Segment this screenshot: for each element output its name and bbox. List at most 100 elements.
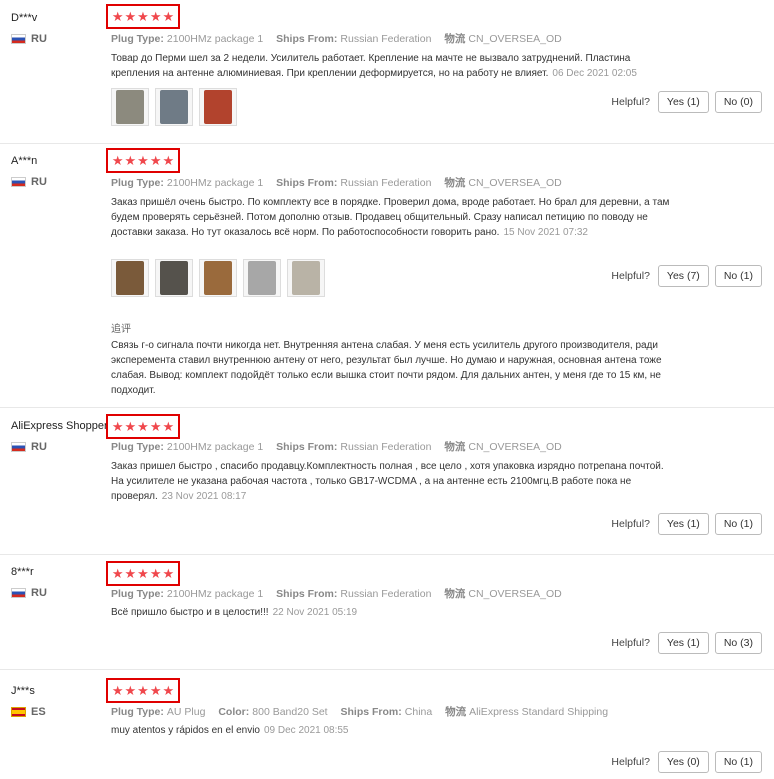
russia-flag-icon [11,442,26,452]
star-icon: ★ [162,683,175,698]
helpful-votes: Helpful? Yes (1) No (3) [611,632,762,654]
helpful-no-button[interactable]: No (1) [714,751,762,773]
helpful-yes-button[interactable]: Yes (7) [657,265,709,287]
star-icon: ★ [111,153,124,168]
plug-type-attr: Plug Type: AU Plug [111,706,206,718]
star-icon: ★ [149,683,162,698]
country-code: ES [31,706,46,718]
logistics-attr: 物流 CN_OVERSEA_OD [444,441,562,453]
order-attributes: Plug Type: 2100HMz package 1 Ships From: R… [111,439,572,454]
russia-flag-icon [11,34,26,44]
photo-image [116,261,144,295]
plug-type-attr: Plug Type: 2100HMz package 1 [111,441,264,453]
helpful-label: Helpful? [611,270,650,282]
star-icon: ★ [149,419,162,434]
helpful-votes: Helpful? Yes (7) No (1) [611,265,762,287]
follow-up-text: Связь г-о сигнала почти никогда нет. Вну… [111,340,662,396]
photo-image [160,90,188,124]
helpful-yes-button[interactable]: Yes (1) [657,632,709,654]
helpful-label: Helpful? [611,756,650,768]
order-attributes: Plug Type: 2100HMz package 1 Ships From: R… [111,175,572,190]
reviewer-country: RU [11,33,47,45]
helpful-no-button[interactable]: No (0) [714,91,762,113]
star-icon: ★ [137,419,149,434]
reviewer-name: A***n [11,155,38,167]
star-icon: ★ [162,419,175,434]
reviewer-name: D***v [11,12,38,24]
plug-type-attr: Plug Type: 2100HMz package 1 [111,177,264,189]
helpful-label: Helpful? [611,518,650,530]
ships-from-attr: Ships From: Russian Federation [276,33,432,45]
star-icon: ★ [111,566,124,581]
review-photo-3[interactable] [199,88,237,126]
logistics-attr: 物流 CN_OVERSEA_OD [444,33,562,45]
helpful-no-button[interactable]: No (1) [714,265,762,287]
review-date: 06 Dec 2021 02:05 [552,68,637,79]
order-attributes: Plug Type: AU Plug Color: 800 Band20 Set S… [111,704,618,719]
review-photo-5[interactable] [287,259,325,297]
review-text: Заказ пришел быстро , спасибо продавцу.К… [111,461,664,502]
helpful-label: Helpful? [611,96,650,108]
star-icon: ★ [137,683,149,698]
star-icon: ★ [149,566,162,581]
ships-from-attr: Ships From: China [340,706,433,718]
reviewer-name: AliExpress Shopper [11,420,108,432]
reviewer-country: ES [11,706,46,718]
star-icon: ★ [124,566,137,581]
star-rating: ★ ★ ★ ★ ★ [106,414,180,439]
star-icon: ★ [162,566,175,581]
reviewer-name: J***s [11,685,35,697]
helpful-yes-button[interactable]: Yes (0) [657,751,709,773]
photo-image [248,261,276,295]
plug-type-attr: Plug Type: 2100HMz package 1 [111,33,264,45]
review-item: J***s ES ★ ★ ★ ★ ★ Plug Type: AU Plug Color: 8… [0,670,774,779]
helpful-yes-button[interactable]: Yes (1) [657,91,709,113]
review-photo-1[interactable] [111,88,149,126]
star-icon: ★ [111,683,124,698]
country-code: RU [31,587,47,599]
review-photo-2[interactable] [155,259,193,297]
country-code: RU [31,176,47,188]
helpful-votes: Helpful? Yes (0) No (1) [611,751,762,773]
review-item: A***n RU ★ ★ ★ ★ ★ Plug Type: 2100HMz package… [0,144,774,408]
review-photos [111,259,325,297]
ships-from-attr: Ships From: Russian Federation [276,588,432,600]
helpful-label: Helpful? [611,637,650,649]
helpful-no-button[interactable]: No (3) [714,632,762,654]
photo-image [204,261,232,295]
review-photo-4[interactable] [243,259,281,297]
review-date: 15 Nov 2021 07:32 [503,227,588,238]
star-icon: ★ [124,419,137,434]
review-photo-2[interactable] [155,88,193,126]
review-photo-1[interactable] [111,259,149,297]
logistics-attr: 物流 AliExpress Standard Shipping [445,706,609,718]
helpful-votes: Helpful? Yes (1) No (0) [611,91,762,113]
plug-type-attr: Plug Type: 2100HMz package 1 [111,588,264,600]
review-date: 22 Nov 2021 05:19 [272,607,358,618]
photo-image [204,90,232,124]
star-icon: ★ [162,9,175,24]
review-item: 8***r RU ★ ★ ★ ★ ★ Plug Type: 2100HMz package… [0,555,774,670]
review-text: Заказ пришёл очень быстро. По комплекту … [111,197,670,238]
reviewer-name: 8***r [11,566,34,578]
star-rating: ★ ★ ★ ★ ★ [106,678,180,703]
color-attr: Color: 800 Band20 Set [218,706,328,718]
star-icon: ★ [124,153,137,168]
star-rating: ★ ★ ★ ★ ★ [106,148,180,173]
reviewer-country: RU [11,176,47,188]
russia-flag-icon [11,588,26,598]
review-text: Всё пришло быстро и в целости!!! 22 Nov 2… [111,607,358,618]
star-icon: ★ [111,9,124,24]
photo-image [160,261,188,295]
review-text: muy atentos y rápidos en el envio 09 Dec … [111,725,349,736]
photo-image [292,261,320,295]
star-icon: ★ [137,566,149,581]
star-icon: ★ [149,153,162,168]
review-photo-3[interactable] [199,259,237,297]
ships-from-attr: Ships From: Russian Federation [276,177,432,189]
helpful-no-button[interactable]: No (1) [714,513,762,535]
country-code: RU [31,33,47,45]
review-date: 23 Nov 2021 08:17 [161,491,247,502]
reviewer-country: RU [11,441,47,453]
helpful-yes-button[interactable]: Yes (1) [657,513,709,535]
